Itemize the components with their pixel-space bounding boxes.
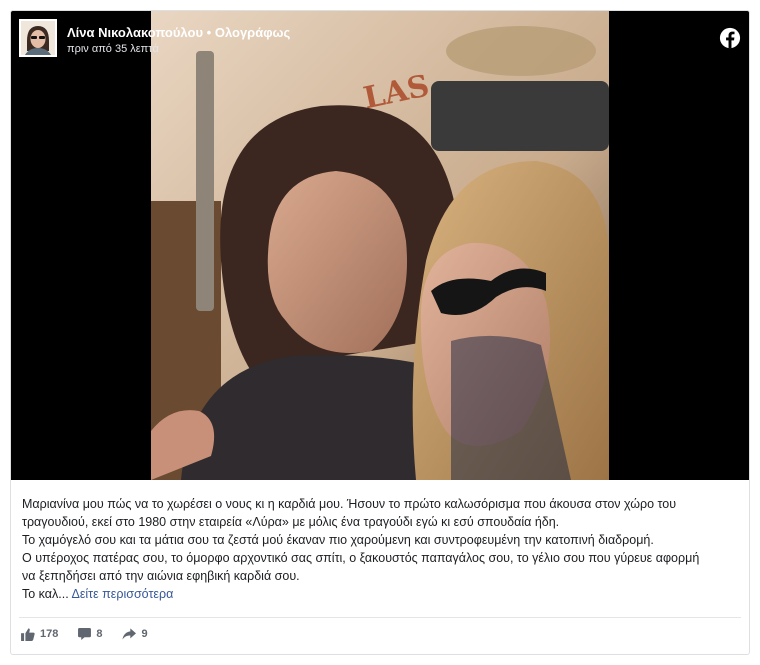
comments-count: 8 — [96, 628, 103, 640]
author-name-link[interactable]: Λίνα Νικολακοπούλου — [67, 25, 203, 40]
avatar-image — [21, 21, 55, 55]
photo-image: LAS — [151, 11, 609, 480]
post-type-link[interactable]: Ολογράφως — [215, 25, 290, 40]
post-text-line: Μαριανίνα μου πώς να το χωρέσει ο νους κ… — [22, 497, 677, 511]
stats-divider — [19, 617, 741, 618]
likes-stat[interactable]: 178 — [21, 627, 59, 641]
post-text-line: Το χαμόγελό σου και τα μάτια σου τα ζεστ… — [22, 533, 654, 547]
comment-icon — [78, 628, 92, 640]
author-separator: • — [206, 25, 212, 40]
thumbs-up-icon — [21, 627, 35, 641]
post-header: Λίνα Νικολακοπούλου • Ολογράφως πριν από… — [19, 19, 290, 65]
likes-count: 178 — [40, 628, 59, 640]
post-text-line: να ξεπηδήσει από την αιώνια εφηβική καρδ… — [22, 569, 300, 583]
post-author-line: Λίνα Νικολακοπούλου • Ολογράφως — [67, 25, 290, 41]
share-arrow-icon — [122, 628, 137, 640]
post-text-line: τραγουδιού, εκεί στο 1980 στην εταιρεία … — [22, 515, 560, 529]
avatar[interactable] — [19, 19, 57, 57]
engagement-stats: 178 8 9 — [21, 625, 148, 643]
post-text-truncated-line: Το καλ... Δείτε περισσότερα — [22, 585, 738, 603]
post-photo[interactable]: LAS Λίνα Νικολακοπούλου • Ολογράφως πριν… — [11, 11, 749, 480]
shares-stat[interactable]: 9 — [122, 628, 148, 640]
post-text-line: Ο υπέροχος πατέρας σου, το όμορφο αρχοντ… — [22, 551, 700, 565]
see-more-link[interactable]: Δείτε περισσότερα — [71, 587, 173, 601]
post-text: Μαριανίνα μου πώς να το χωρέσει ο νους κ… — [22, 495, 738, 603]
post-timestamp[interactable]: πριν από 35 λεπτά — [67, 41, 290, 57]
shares-count: 9 — [141, 628, 148, 640]
truncated-text: Το καλ... — [22, 587, 69, 601]
facebook-post-card: LAS Λίνα Νικολακοπούλου • Ολογράφως πριν… — [10, 10, 750, 655]
facebook-logo-icon[interactable] — [719, 27, 741, 49]
comments-stat[interactable]: 8 — [78, 628, 102, 640]
